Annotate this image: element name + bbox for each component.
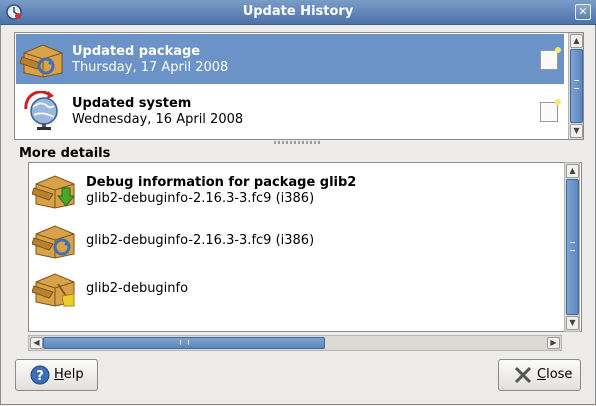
history-item-title: Updated package (72, 44, 201, 59)
help-icon: ? (30, 365, 50, 385)
details-item-subtitle: glib2-debuginfo (86, 281, 189, 296)
history-scrollbar[interactable]: ▲ ▼ (568, 33, 583, 139)
details-item[interactable]: glib2-debuginfo-2.16.3-3.fc9 (i386) (30, 216, 560, 264)
system-update-icon (24, 91, 58, 130)
help-button-label: Help (54, 367, 84, 382)
close-button-label: Close (537, 367, 573, 382)
history-item-date: Thursday, 17 April 2008 (72, 60, 229, 75)
details-scrollbar[interactable]: ▲ ▼ (564, 162, 580, 332)
scroll-left-icon[interactable]: ◀ (30, 337, 43, 349)
details-scroll-thumb[interactable] (566, 179, 579, 315)
details-item[interactable]: Debug information for package glib2 glib… (30, 166, 560, 214)
scroll-up-icon[interactable]: ▲ (566, 164, 579, 178)
grip-icon (570, 242, 575, 251)
grip-icon (574, 80, 579, 89)
details-item-subtitle: glib2-debuginfo-2.16.3-3.fc9 (i386) (86, 233, 315, 248)
details-item[interactable]: glib2-debuginfo (30, 264, 560, 312)
details-horizontal-scrollbar[interactable]: ◀ ▶ (28, 335, 562, 351)
pane-resize-handle[interactable] (274, 141, 322, 144)
details-item-title: Debug information for package glib2 (86, 175, 357, 190)
history-item-date: Wednesday, 16 April 2008 (72, 112, 244, 127)
history-scroll-thumb[interactable] (570, 49, 583, 123)
history-item-title: Updated system (72, 96, 192, 111)
scroll-up-icon[interactable]: ▲ (570, 34, 583, 48)
scroll-down-icon[interactable]: ▼ (566, 316, 579, 330)
close-x-icon (514, 366, 532, 384)
package-clean-icon (32, 273, 75, 307)
window-title: Update History (242, 4, 354, 19)
details-item-subtitle: glib2-debuginfo-2.16.3-3.fc9 (i386) (86, 191, 315, 206)
scroll-right-icon[interactable]: ▶ (547, 337, 560, 349)
package-update-icon (32, 225, 75, 259)
history-item[interactable]: Updated system Wednesday, 16 April 2008 (16, 86, 564, 136)
package-update-icon (20, 44, 63, 78)
close-icon[interactable]: ✕ (575, 4, 591, 20)
svg-text:?: ? (36, 369, 44, 384)
package-install-icon (32, 175, 76, 209)
history-item[interactable]: Updated package Thursday, 17 April 2008 (16, 34, 564, 84)
history-list[interactable]: Updated package Thursday, 17 April 2008 … (14, 32, 584, 140)
note-icon[interactable] (540, 47, 561, 70)
close-button[interactable]: Close (498, 359, 581, 391)
details-hscroll-thumb[interactable] (43, 337, 325, 349)
grip-icon (180, 340, 189, 345)
note-icon[interactable] (540, 99, 561, 122)
help-button[interactable]: ? Help (15, 359, 98, 391)
details-label: More details (19, 146, 111, 161)
title-bar: Update History ✕ (0, 0, 596, 25)
scroll-down-icon[interactable]: ▼ (570, 124, 583, 138)
details-list[interactable]: Debug information for package glib2 glib… (28, 162, 582, 332)
